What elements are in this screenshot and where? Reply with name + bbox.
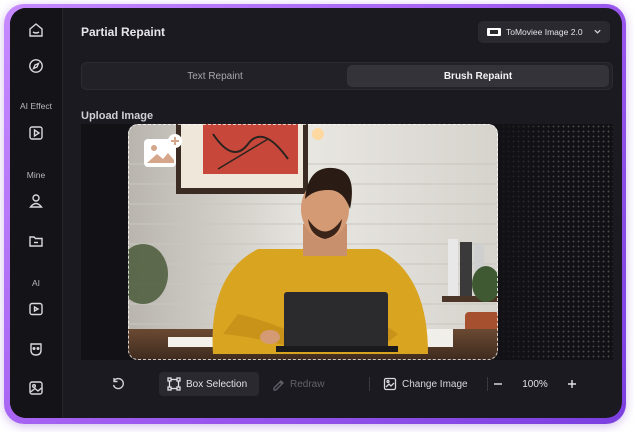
canvas-toolbar: Box Selection Redraw Change Image 100% — [103, 369, 583, 399]
change-image-button[interactable]: Change Image — [375, 372, 485, 396]
change-image-label: Change Image — [402, 378, 468, 390]
sidebar-section-ai-effect: AI Effect — [20, 101, 52, 111]
ai-video-icon[interactable] — [24, 297, 48, 321]
repaint-tabs: Text Repaint Brush Repaint — [81, 62, 613, 90]
add-image-icon[interactable] — [144, 134, 182, 168]
app-window: AI Effect Mine AI Partial Repaint ToMovi… — [10, 8, 622, 418]
main-panel: Partial Repaint ToMoviee Image 2.0 Text … — [63, 8, 622, 418]
upload-image-label: Upload Image — [81, 110, 154, 122]
box-selection-button[interactable]: Box Selection — [159, 372, 259, 396]
profile-icon[interactable] — [24, 189, 48, 213]
brush-icon — [271, 377, 285, 391]
reset-icon[interactable] — [111, 377, 125, 391]
ai-image-icon[interactable] — [24, 376, 48, 400]
toolbar-divider — [369, 377, 370, 391]
chevron-down-icon — [594, 29, 601, 34]
model-select[interactable]: ToMoviee Image 2.0 — [478, 21, 610, 43]
explore-icon[interactable] — [24, 54, 48, 78]
redraw-label: Redraw — [290, 378, 325, 390]
zoom-out-button[interactable] — [489, 375, 507, 393]
toolbar-divider — [487, 377, 488, 391]
tab-brush-repaint[interactable]: Brush Repaint — [347, 65, 609, 87]
redraw-button[interactable]: Redraw — [263, 372, 363, 396]
sidebar-section-mine: Mine — [26, 170, 46, 180]
change-image-icon — [383, 377, 397, 391]
canvas-grid-fade — [491, 124, 613, 360]
sidebar: AI Effect Mine AI — [10, 8, 63, 418]
zoom-control: 100% — [489, 372, 581, 396]
tab-text-repaint[interactable]: Text Repaint — [84, 65, 346, 87]
sidebar-section-ai: AI — [31, 278, 41, 288]
image-canvas[interactable] — [81, 124, 613, 360]
ai-effect-icon[interactable] — [24, 121, 48, 145]
zoom-level: 100% — [522, 378, 548, 390]
box-selection-icon — [167, 377, 181, 391]
page-title: Partial Repaint — [81, 25, 166, 39]
model-select-label: ToMoviee Image 2.0 — [506, 27, 583, 37]
ai-face-icon[interactable] — [24, 337, 48, 361]
folder-icon[interactable] — [24, 229, 48, 253]
box-selection-label: Box Selection — [186, 378, 248, 390]
model-logo-icon — [487, 28, 501, 36]
home-icon[interactable] — [24, 18, 48, 42]
selection-border — [128, 124, 498, 360]
zoom-in-button[interactable] — [563, 375, 581, 393]
